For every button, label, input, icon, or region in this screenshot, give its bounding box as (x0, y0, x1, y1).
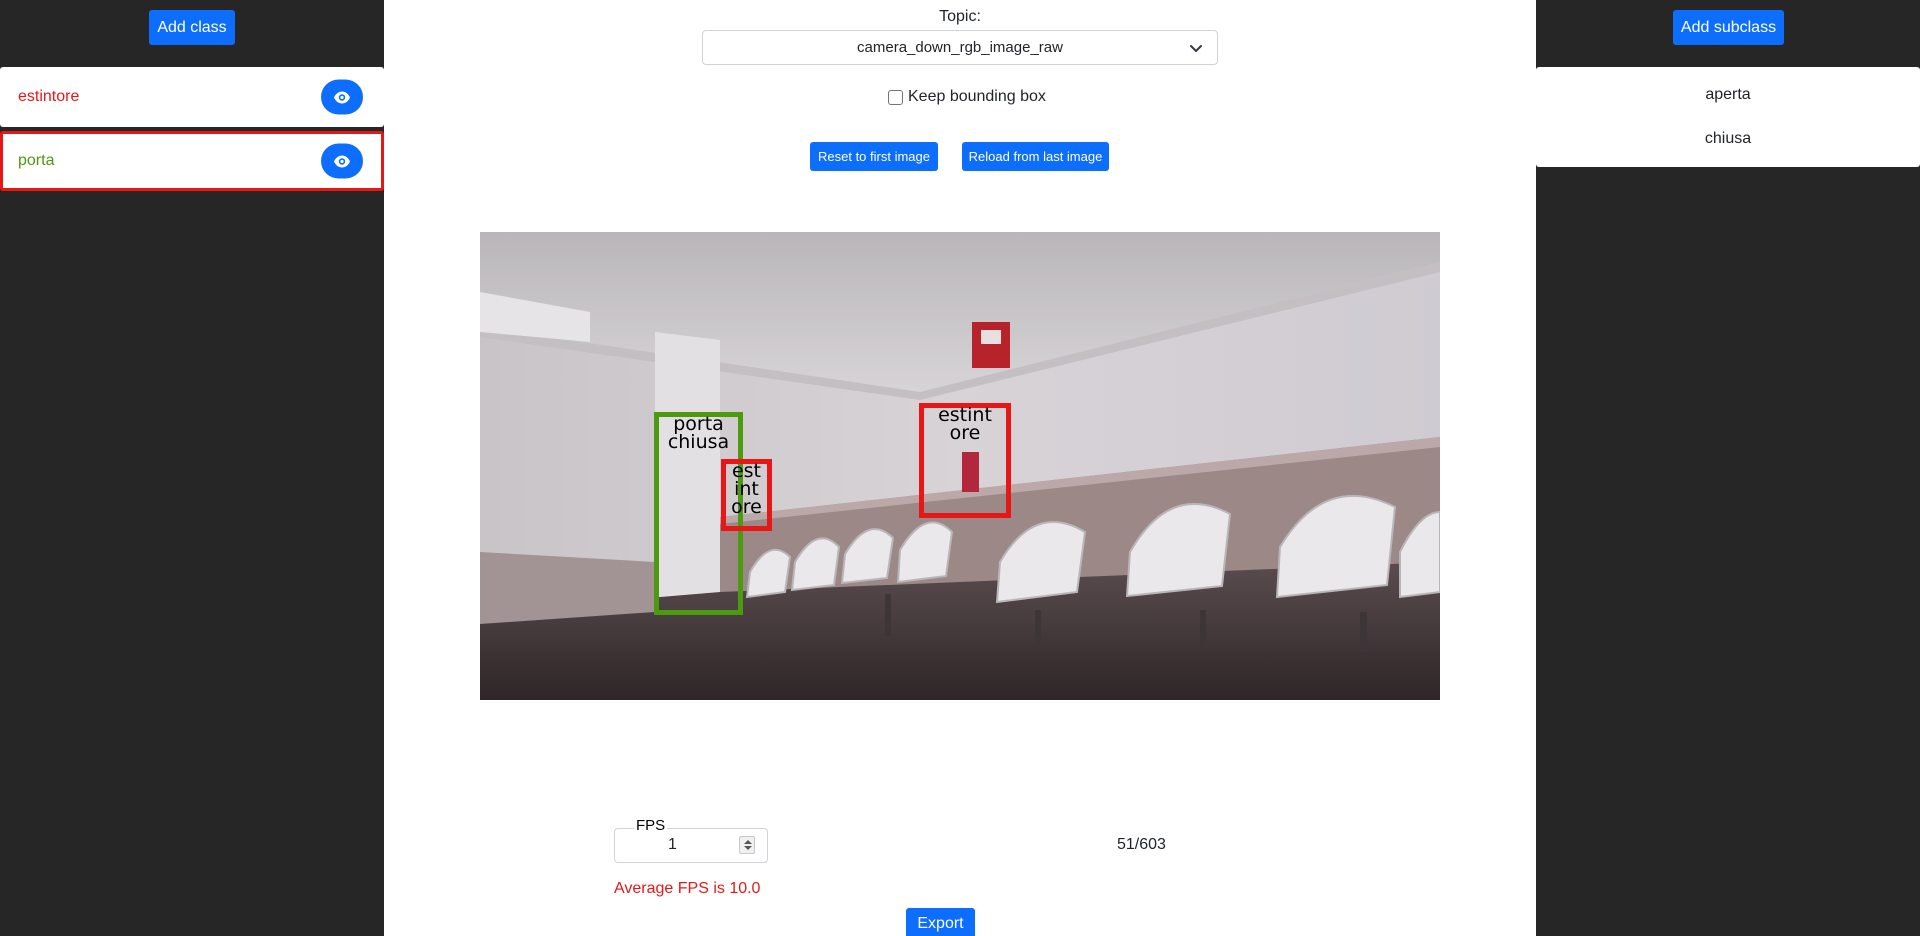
bbox-estintore[interactable]: estint ore (919, 403, 1011, 518)
average-fps-text: Average FPS is 10.0 (614, 880, 761, 897)
frame-counter: 51/603 (1117, 836, 1166, 853)
app-layout: Add class estintore porta Topic: camera_… (0, 0, 1920, 936)
subclass-list: aperta chiusa (1536, 67, 1920, 167)
toggle-visibility-button[interactable] (321, 79, 363, 115)
bbox-label-line: ore (949, 422, 981, 445)
fps-spinner[interactable] (739, 836, 755, 854)
topic-select-value: camera_down_rgb_image_raw (857, 39, 1063, 56)
export-button[interactable]: Export (906, 908, 975, 936)
subclass-item-chiusa[interactable]: chiusa (1536, 117, 1920, 161)
add-class-button[interactable]: Add class (149, 10, 235, 45)
subclass-item-aperta[interactable]: aperta (1536, 73, 1920, 117)
keep-bbox-label: Keep bounding box (908, 88, 1046, 105)
class-label: estintore (18, 88, 80, 105)
class-item-estintore[interactable]: estintore (0, 67, 384, 127)
bbox-label-line: ore (731, 496, 762, 519)
bbox-label: est int ore (726, 461, 767, 519)
keep-bbox-checkbox[interactable] (888, 89, 903, 105)
keep-bbox-row: Keep bounding box (888, 88, 1046, 106)
bbox-label: porta chiusa (659, 414, 738, 454)
class-label: porta (18, 152, 55, 169)
subclass-sidebar: Add subclass aperta chiusa (1536, 0, 1920, 936)
class-item-porta[interactable]: porta (0, 131, 384, 191)
eye-icon (334, 155, 350, 167)
class-list: estintore porta (0, 67, 384, 195)
topic-select[interactable]: camera_down_rgb_image_raw (702, 30, 1218, 65)
topic-label: Topic: (939, 8, 981, 25)
reload-last-image-button[interactable]: Reload from last image (962, 142, 1109, 171)
add-subclass-button[interactable]: Add subclass (1673, 10, 1784, 45)
bbox-label: estint ore (924, 405, 1006, 445)
toggle-visibility-button[interactable] (321, 143, 363, 179)
fps-legend: FPS (634, 817, 668, 834)
fps-input[interactable]: 1 (668, 836, 677, 854)
eye-icon (334, 91, 350, 103)
main-panel: Topic: camera_down_rgb_image_raw Keep bo… (384, 0, 1536, 936)
bbox-label-line: chiusa (667, 431, 730, 454)
reset-first-image-button[interactable]: Reset to first image (810, 142, 938, 171)
class-sidebar: Add class estintore porta (0, 0, 384, 936)
chevron-down-icon (1190, 45, 1202, 52)
bbox-estintore[interactable]: est int ore (721, 459, 772, 531)
camera-frame[interactable]: porta chiusa est int ore estint ore (480, 232, 1440, 700)
